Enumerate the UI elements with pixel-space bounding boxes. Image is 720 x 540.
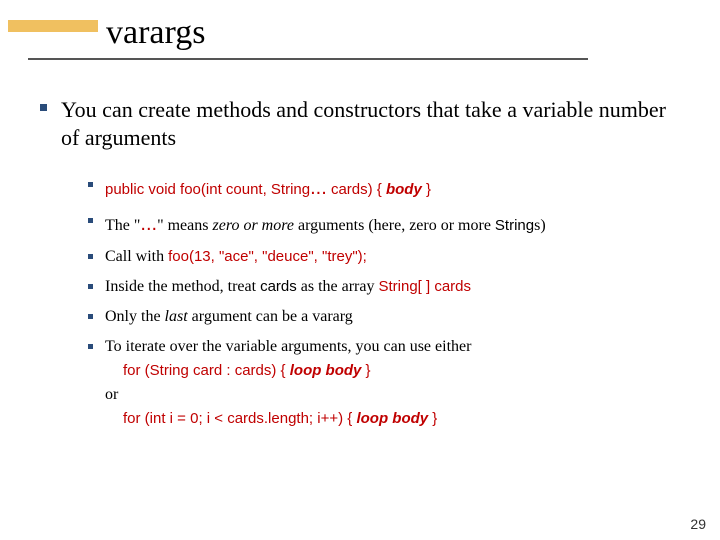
sub-bullet-5: Only the last argument can be a vararg	[88, 305, 680, 329]
slide-body: You can create methods and constructors …	[40, 96, 680, 437]
sub-bullet-3: Call with foo(13, "ace", "deuce", "trey"…	[88, 245, 680, 269]
for-loop-1: for (String card : cards) { loop body }	[123, 359, 471, 383]
sub-bullet-6: To iterate over the variable arguments, …	[88, 335, 680, 431]
bullet-icon	[88, 182, 93, 187]
main-bullet-text: You can create methods and constructors …	[61, 96, 680, 151]
for-loop-2: for (int i = 0; i < cards.length; i++) {…	[123, 407, 471, 431]
bullet-icon	[40, 104, 47, 111]
slide-title: varargs	[106, 14, 205, 52]
sub-bullet-4-text: Inside the method, treat cards as the ar…	[105, 275, 471, 299]
bullet-icon	[88, 254, 93, 259]
bullet-icon	[88, 314, 93, 319]
sub-bullet-4: Inside the method, treat cards as the ar…	[88, 275, 680, 299]
title-underline	[28, 58, 588, 60]
sub-bullets: public void foo(int count, String... car…	[88, 173, 680, 431]
bullet-icon	[88, 284, 93, 289]
sub-bullet-2: The "..." means zero or more arguments (…	[88, 209, 680, 239]
sub-bullet-1: public void foo(int count, String... car…	[88, 173, 680, 203]
sub-bullet-6-text: To iterate over the variable arguments, …	[105, 335, 471, 431]
sub-bullet-3-text: Call with foo(13, "ace", "deuce", "trey"…	[105, 245, 367, 269]
page-number: 29	[690, 516, 706, 532]
bullet-icon	[88, 218, 93, 223]
or-text: or	[105, 383, 471, 407]
sub-bullet-2-text: The "..." means zero or more arguments (…	[105, 209, 546, 239]
accent-bar	[8, 20, 98, 32]
sub-bullet-5-text: Only the last argument can be a vararg	[105, 305, 353, 329]
main-bullet: You can create methods and constructors …	[40, 96, 680, 151]
bullet-icon	[88, 344, 93, 349]
sub-bullet-1-text: public void foo(int count, String... car…	[105, 173, 431, 203]
